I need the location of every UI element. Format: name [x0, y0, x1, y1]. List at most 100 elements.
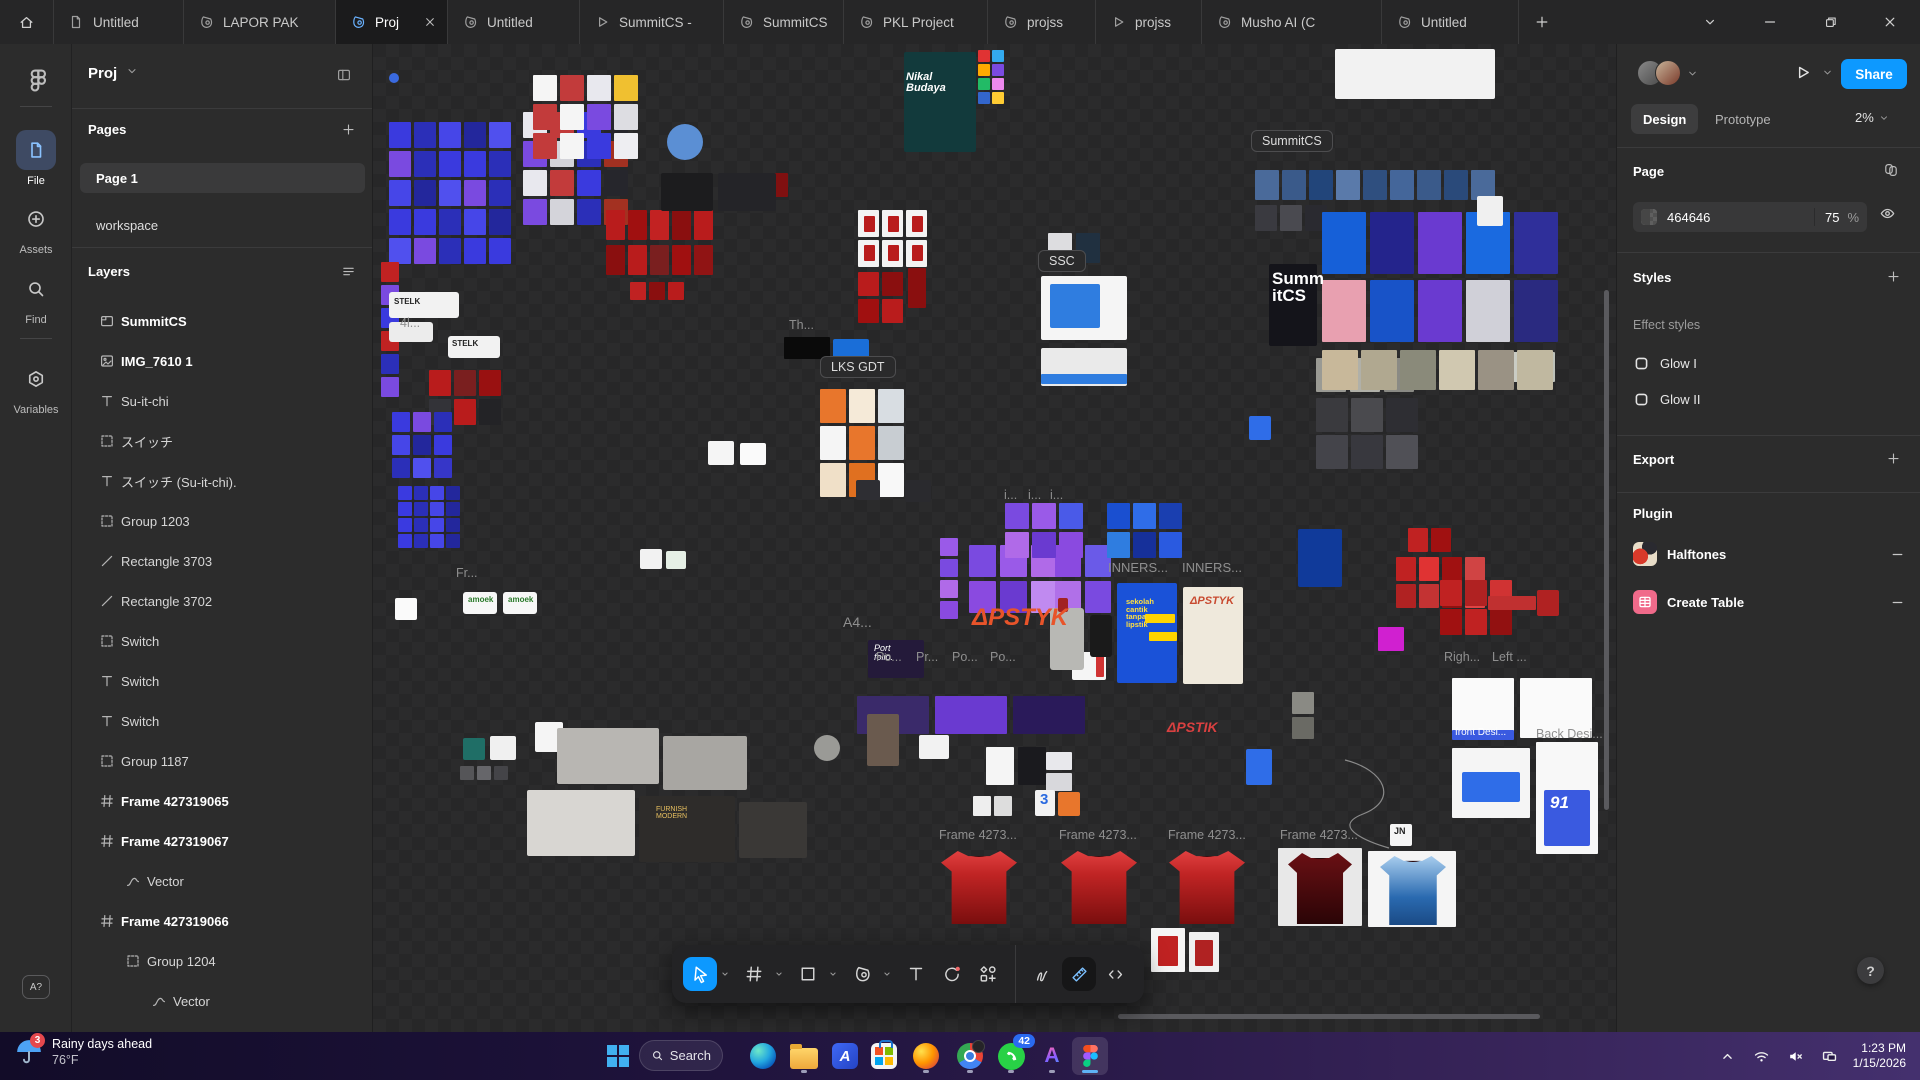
canvas-thumbnail[interactable]: [1514, 212, 1558, 274]
canvas-thumbnail[interactable]: [992, 50, 1004, 62]
jersey-design-maroon[interactable]: [1288, 853, 1352, 924]
canvas-thumbnail[interactable]: [523, 170, 547, 196]
canvas-thumbnail[interactable]: [398, 534, 412, 548]
canvas-thumbnail[interactable]: [587, 75, 611, 101]
canvas-thumbnail[interactable]: [430, 486, 444, 500]
jersey-design-blue[interactable]: [1380, 856, 1446, 925]
canvas-thumbnail[interactable]: [912, 216, 923, 232]
canvas-thumbnail[interactable]: [1041, 374, 1127, 384]
move-tool-chevron[interactable]: [718, 957, 732, 991]
canvas-thumbnail[interactable]: [464, 122, 486, 148]
canvas-thumbnail[interactable]: [739, 802, 807, 858]
frame-label-po[interactable]: Po...: [952, 650, 978, 664]
shape-tool-chevron[interactable]: [826, 957, 840, 991]
layer-row-vector[interactable]: Vector: [72, 861, 372, 901]
canvas-thumbnail[interactable]: [1292, 717, 1314, 739]
canvas-thumbnail[interactable]: [414, 122, 436, 148]
canvas-thumbnail[interactable]: [1351, 398, 1383, 432]
taskbar-app-ai-pen[interactable]: A: [827, 1038, 863, 1074]
canvas-thumbnail[interactable]: [1032, 503, 1056, 529]
weather-widget[interactable]: 3 Rainy days ahead 76°F: [14, 1036, 152, 1068]
page-styles-icon[interactable]: [1879, 158, 1903, 182]
project-menu[interactable]: Proj: [88, 64, 139, 82]
canvas-thumbnail[interactable]: [820, 389, 846, 423]
canvas-thumbnail[interactable]: [1396, 584, 1416, 608]
home-button[interactable]: [0, 0, 54, 44]
canvas-thumbnail[interactable]: [430, 502, 444, 516]
frame-label-righ[interactable]: Righ...: [1444, 650, 1480, 664]
canvas-thumbnail[interactable]: [935, 696, 1007, 734]
canvas-thumbnail[interactable]: [1322, 212, 1366, 274]
layer-row-switch[interactable]: Switch: [72, 621, 372, 661]
layers-options-icon[interactable]: [336, 259, 360, 283]
canvas-thumbnail[interactable]: [668, 282, 684, 300]
canvas-thumbnail[interactable]: [856, 480, 880, 500]
layer-row-frame-427319065[interactable]: Frame 427319065: [72, 781, 372, 821]
canvas-thumbnail[interactable]: [464, 238, 486, 264]
layer-row-img-7610-1[interactable]: IMG_7610 1: [72, 341, 372, 381]
canvas-thumbnail[interactable]: [1462, 772, 1520, 802]
canvas-thumbnail[interactable]: [392, 435, 410, 455]
canvas-thumbnail[interactable]: [878, 463, 904, 497]
canvas-thumbnail[interactable]: [1439, 350, 1475, 390]
canvas-thumbnail[interactable]: [381, 262, 399, 282]
canvas-thumbnail[interactable]: [718, 173, 776, 211]
window-restore-button[interactable]: [1800, 0, 1860, 44]
canvas-thumbnail[interactable]: [560, 133, 584, 159]
canvas-thumbnail[interactable]: [446, 534, 460, 548]
frame-tool[interactable]: [737, 957, 771, 991]
canvas-thumbnail[interactable]: [1096, 655, 1104, 677]
taskbar-clock[interactable]: 1:23 PM 1/15/2026: [1853, 1041, 1906, 1071]
canvas-thumbnail[interactable]: [577, 199, 601, 225]
canvas-thumbnail[interactable]: [1400, 350, 1436, 390]
canvas-thumbnail[interactable]: [381, 377, 399, 397]
canvas-thumbnail[interactable]: [439, 151, 461, 177]
canvas-thumbnail[interactable]: [1490, 609, 1512, 635]
collaborators[interactable]: [1637, 60, 1699, 86]
canvas-thumbnail[interactable]: [672, 245, 691, 275]
new-tab-button[interactable]: [1519, 0, 1565, 44]
canvas-thumbnail[interactable]: [994, 796, 1012, 816]
color-hex-value[interactable]: 464646: [1667, 210, 1710, 225]
window-menu-chevron[interactable]: [1680, 0, 1740, 44]
canvas-thumbnail[interactable]: [1046, 752, 1072, 770]
frame-label-fr[interactable]: Fr...: [456, 566, 478, 580]
canvas-thumbnail[interactable]: [1336, 170, 1360, 200]
canvas-thumbnail[interactable]: [1292, 692, 1314, 714]
canvas-thumbnail[interactable]: [1370, 212, 1414, 274]
canvas-thumbnail[interactable]: [414, 209, 436, 235]
help-button[interactable]: ?: [1857, 957, 1884, 984]
canvas-thumbnail[interactable]: [667, 124, 703, 160]
canvas-thumbnail[interactable]: [414, 518, 428, 532]
layer-row-group-1187[interactable]: Group 1187: [72, 741, 372, 781]
canvas-thumbnail[interactable]: [1478, 350, 1514, 390]
canvas-thumbnail[interactable]: [940, 580, 958, 598]
layer-row-switch[interactable]: Switch: [72, 701, 372, 741]
canvas-thumbnail[interactable]: [430, 534, 444, 548]
canvas-thumbnail[interactable]: [606, 245, 625, 275]
tab-musho-ai-c[interactable]: Musho AI (C: [1202, 0, 1382, 44]
canvas-thumbnail[interactable]: [389, 238, 411, 264]
zoom-menu[interactable]: 2%: [1855, 110, 1890, 125]
canvas-thumbnail[interactable]: [1282, 170, 1306, 200]
tab-untitled[interactable]: Untitled: [448, 0, 580, 44]
canvas-thumbnail[interactable]: [533, 75, 557, 101]
canvas-thumbnail[interactable]: [882, 299, 903, 323]
canvas-thumbnail[interactable]: [446, 486, 460, 500]
frame-label-po[interactable]: Po...: [876, 650, 902, 664]
canvas-thumbnail[interactable]: [614, 75, 638, 101]
rail-item-find[interactable]: Find: [0, 269, 72, 326]
canvas-thumbnail[interactable]: [604, 170, 628, 196]
frame-label-i[interactable]: i...: [1004, 488, 1017, 502]
canvas-thumbnail[interactable]: [864, 216, 875, 232]
canvas-thumbnail[interactable]: [1249, 416, 1271, 440]
canvas-thumbnail[interactable]: [867, 714, 899, 766]
canvas-thumbnail[interactable]: [463, 738, 485, 760]
canvas-thumbnail[interactable]: [650, 210, 669, 240]
canvas-thumbnail[interactable]: [489, 209, 511, 235]
canvas-thumbnail[interactable]: [1517, 350, 1553, 390]
canvas-thumbnail[interactable]: [477, 766, 491, 780]
tray-wifi[interactable]: [1745, 1036, 1779, 1076]
effect-style-glow-1[interactable]: Glow I: [1633, 348, 1905, 378]
canvas-thumbnail[interactable]: [888, 216, 899, 232]
